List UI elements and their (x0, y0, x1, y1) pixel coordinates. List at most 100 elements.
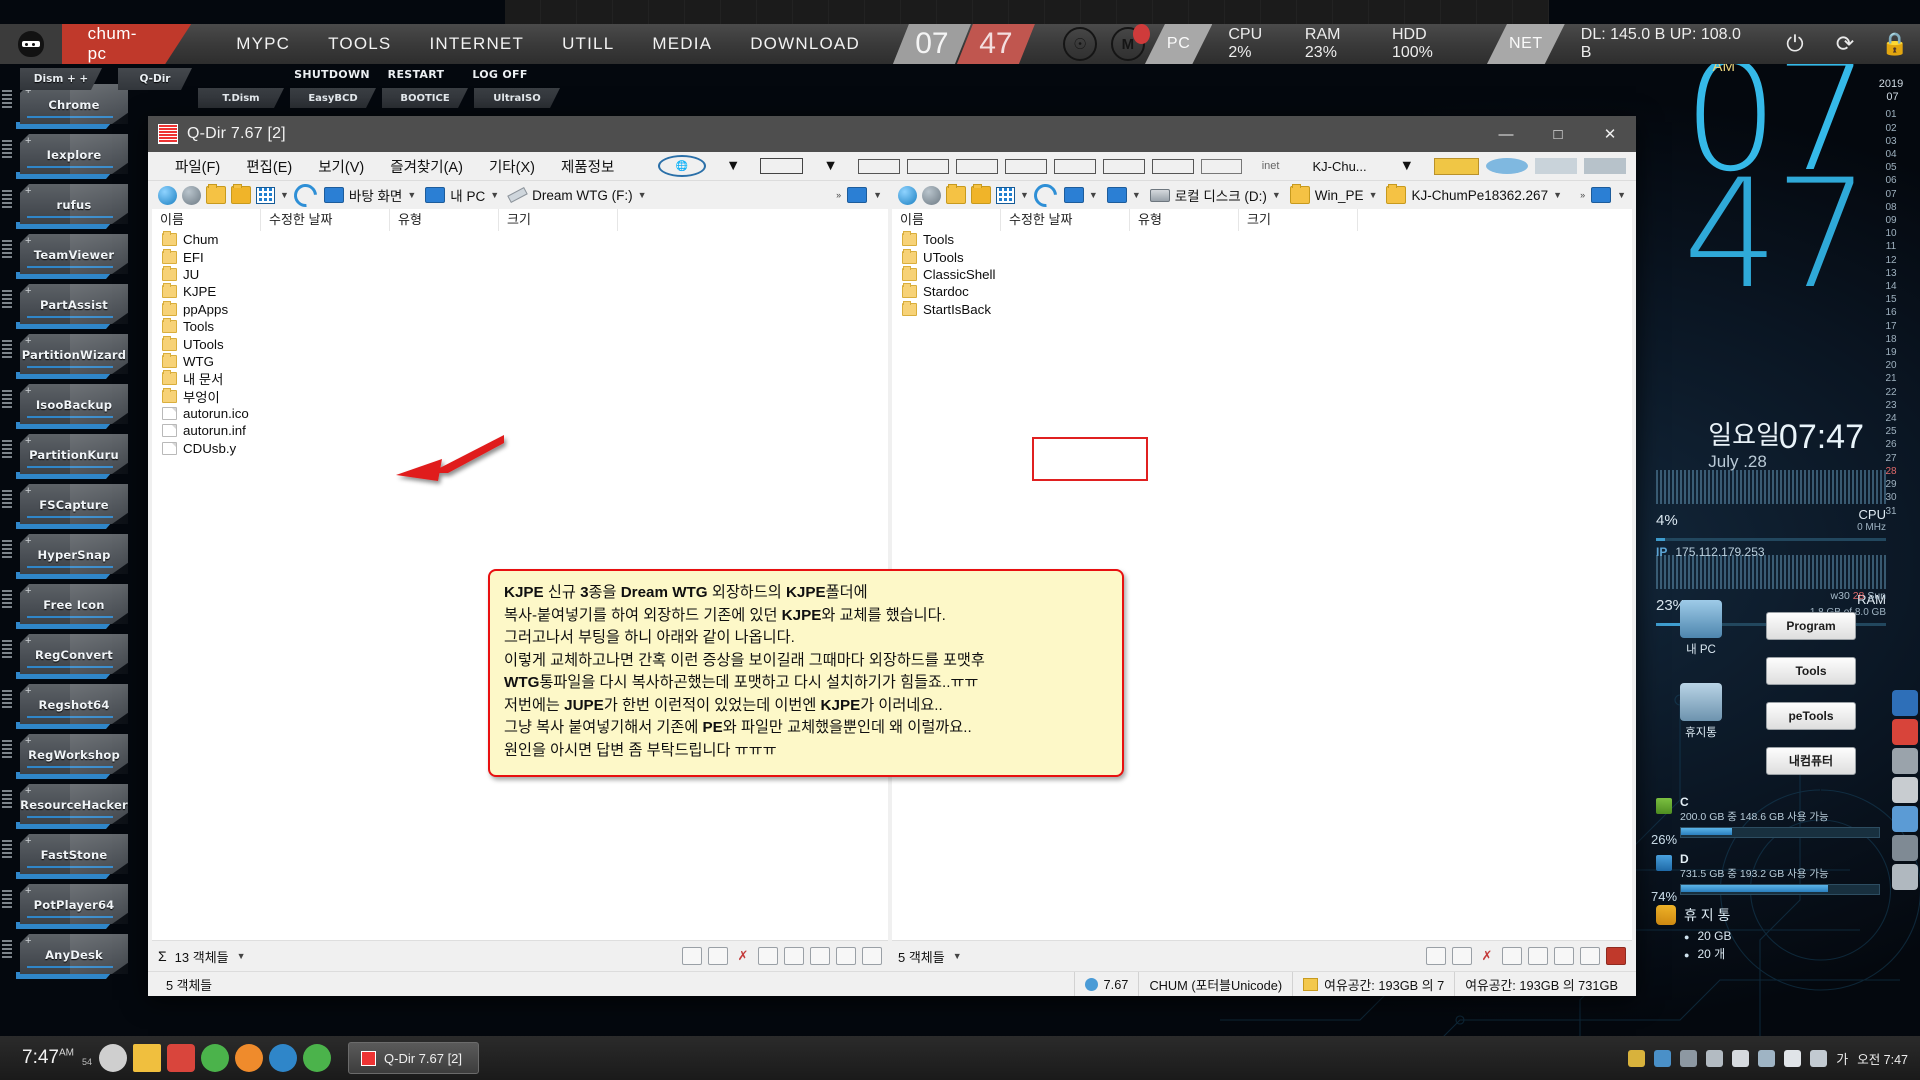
sidebar-item-regshot64[interactable]: + Regshot64 (0, 680, 128, 729)
tab-dism[interactable]: Dism + + (20, 68, 102, 90)
sidebar-item-potplayer64[interactable]: + PotPlayer64 (0, 880, 128, 929)
left-pane-monitor-chevron-icon[interactable]: ▼ (873, 190, 882, 200)
right-column-size[interactable]: 크기 (1239, 209, 1358, 231)
view-chevron-icon[interactable]: ▼ (280, 190, 289, 200)
sidebar-item-hypersnap[interactable]: + HyperSnap (0, 530, 128, 579)
top-menu-item-mypc[interactable]: MYPC (217, 34, 309, 54)
qdir-window[interactable]: Q-Dir 7.67 [2] — □ ✕ 파일(F) 편집(E) 보기(V) 즐… (148, 116, 1636, 996)
sidebar-item-rufus[interactable]: + rufus (0, 180, 128, 229)
taskbar-active-window[interactable]: Q-Dir 7.67 [2] (348, 1042, 480, 1074)
table-row[interactable]: JU (152, 265, 888, 283)
drag-handle-icon[interactable] (2, 890, 12, 910)
table-row[interactable]: ClassicShell (892, 265, 1632, 283)
chevron-down-layout-icon[interactable]: ▼ (810, 158, 850, 174)
browser-icon-taskbar[interactable] (201, 1044, 229, 1072)
table-row[interactable]: CDUsb.y (152, 440, 888, 457)
dock-chrome-icon[interactable] (1892, 719, 1918, 745)
drag-handle-icon[interactable] (2, 840, 12, 860)
drag-handle-icon[interactable] (2, 940, 12, 960)
right-edge-icon-dock[interactable] (1890, 690, 1920, 893)
power-icon[interactable]: ⏻ (1770, 31, 1820, 57)
left-tool-delete-icon[interactable]: ✗ (734, 948, 752, 964)
table-row[interactable]: Stardoc (892, 283, 1632, 300)
left-tool-view-icon[interactable] (708, 947, 728, 965)
drag-handle-icon[interactable] (2, 190, 12, 210)
plus-icon[interactable]: + (25, 736, 31, 747)
dock-edge-icon[interactable] (1892, 690, 1918, 716)
quicklaunch-icon-strip[interactable] (505, 0, 1549, 24)
sidebar-item-free-icon[interactable]: + Free Icon (0, 580, 128, 629)
right-tool-filter-icon[interactable] (1426, 947, 1446, 965)
right-refresh-icon[interactable] (1029, 178, 1062, 212)
left-status-chevron-icon[interactable]: ▼ (237, 951, 246, 961)
right-back-icon[interactable] (898, 185, 917, 205)
crumb-drive-chevron-icon[interactable]: ▼ (638, 190, 647, 200)
dock-settings-icon[interactable] (1892, 835, 1918, 861)
close-button[interactable]: ✕ (1584, 116, 1636, 152)
plus-icon[interactable]: + (25, 486, 31, 497)
drag-handle-icon[interactable] (2, 540, 12, 560)
restart-icon[interactable]: ⟳ (1820, 31, 1870, 57)
plus-icon[interactable]: + (25, 336, 31, 347)
sidebar-item-faststone[interactable]: + FastStone (0, 830, 128, 879)
up-folder-icon[interactable] (206, 184, 226, 204)
opera-icon-taskbar[interactable] (235, 1044, 263, 1072)
table-row[interactable]: ppApps (152, 300, 888, 318)
crumb-mypc-chevron-icon[interactable]: ▼ (490, 190, 499, 200)
right-overflow-chevron-icon[interactable]: » (1580, 190, 1585, 200)
menu-extras[interactable]: 기타(X) (476, 156, 548, 177)
column-name[interactable]: 이름 (152, 209, 261, 231)
right-crumb-localdisk[interactable]: 로컬 디스크 (D:) ▼ (1148, 185, 1283, 205)
right-crumb2-chevron-icon[interactable]: ▼ (1132, 190, 1141, 200)
crumb-desktop[interactable]: 바탕 화면 ▼ (322, 185, 418, 205)
media-icon-taskbar[interactable] (167, 1044, 195, 1072)
plus-icon[interactable]: + (25, 836, 31, 847)
program-button[interactable]: Program (1766, 612, 1856, 640)
tray-icon-2[interactable] (1654, 1049, 1672, 1067)
menu-edit[interactable]: 편집(E) (233, 156, 305, 177)
left-tool-props-icon[interactable] (862, 947, 882, 965)
maximize-button[interactable]: □ (1532, 116, 1584, 152)
drag-handle-icon[interactable] (2, 140, 12, 160)
right-status-chevron-icon[interactable]: ▼ (953, 951, 962, 961)
plus-icon[interactable]: + (25, 386, 31, 397)
left-tool-cut-icon[interactable] (758, 947, 778, 965)
left-tool-filter-icon[interactable] (682, 947, 702, 965)
desktop-shortcut-column[interactable]: 내 PC 휴지통 (1658, 600, 1744, 766)
table-row[interactable]: Chum (152, 231, 888, 248)
taskbar-clock[interactable]: 7:47AM 54 (0, 1047, 96, 1069)
sidebar-item-fscapture[interactable]: + FSCapture (0, 480, 128, 529)
layout-2pane-horizontal-icon[interactable] (1053, 158, 1096, 174)
plus-icon[interactable]: + (25, 786, 31, 797)
top-menu-item-internet[interactable]: INTERNET (410, 34, 543, 54)
tab-bootice[interactable]: BOOTICE (382, 88, 468, 108)
tray-icon-1[interactable] (1628, 1049, 1646, 1067)
layout-3pane-left-icon[interactable] (955, 158, 998, 174)
left-tool-paste-icon[interactable] (810, 947, 830, 965)
ninja-logo-icon[interactable] (0, 24, 62, 64)
right-crumb-kjchumpe[interactable]: KJ-ChumPe18362.267 ▼ (1384, 184, 1564, 204)
table-row[interactable]: WTG (152, 352, 888, 370)
exit-icon[interactable] (1584, 158, 1626, 174)
chrome-circle-icon[interactable]: ☉ (1062, 27, 1097, 61)
shield-icon-taskbar[interactable] (269, 1044, 297, 1072)
window-menu-bar[interactable]: 파일(F) 편집(E) 보기(V) 즐겨찾기(A) 기타(X) 제품정보 🌐 ▼… (148, 152, 1636, 181)
right-tool-delete-icon[interactable]: ✗ (1478, 948, 1496, 964)
drag-handle-icon[interactable] (2, 240, 12, 260)
sidebar-item-isoobackup[interactable]: + IsooBackup (0, 380, 128, 429)
sidebar-item-resourcehacker[interactable]: + ResourceHacker (0, 780, 128, 829)
left-sidebar-launcher[interactable]: + Chrome + Iexplore + rufus + TeamViewer + PartAs… (0, 80, 128, 980)
drag-handle-icon[interactable] (2, 790, 12, 810)
mycomputer-button[interactable]: 내컴퓨터 (1766, 747, 1856, 775)
gear-icon[interactable] (1486, 158, 1528, 174)
menu-favorites[interactable]: 즐겨찾기(A) (377, 156, 476, 177)
right-column-name[interactable]: 이름 (892, 209, 1001, 231)
sidebar-item-regconvert[interactable]: + RegConvert (0, 630, 128, 679)
table-row[interactable]: autorun.inf (152, 422, 888, 439)
tray-icon-7[interactable] (1784, 1049, 1802, 1067)
plus-icon[interactable]: + (25, 886, 31, 897)
right-tool-paste-icon[interactable] (1554, 947, 1574, 965)
sidebar-item-teamviewer[interactable]: + TeamViewer (0, 230, 128, 279)
dock-folder-icon[interactable] (1892, 748, 1918, 774)
right-pane-columns[interactable]: 이름 수정한 날짜 유형 크기 (892, 209, 1632, 232)
